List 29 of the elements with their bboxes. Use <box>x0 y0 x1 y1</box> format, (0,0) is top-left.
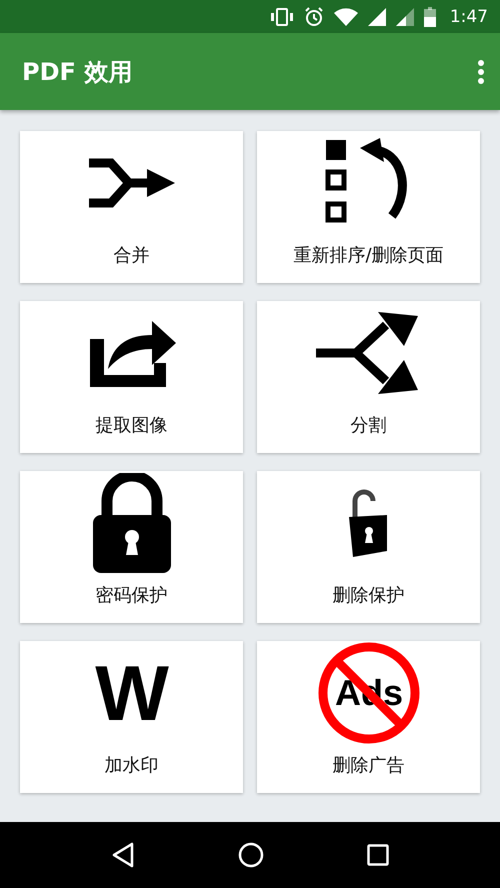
tool-card[interactable]: 密码保护 <box>20 471 243 623</box>
more-options-icon[interactable] <box>478 60 484 84</box>
wifi-icon <box>334 8 358 26</box>
recents-icon[interactable] <box>366 844 389 866</box>
padlock-icon <box>90 473 172 573</box>
signal-icon <box>368 8 386 26</box>
tool-card[interactable]: W 加水印 <box>20 641 243 793</box>
tool-label: 删除广告 <box>332 754 404 777</box>
tool-label: 重新排序/删除页面 <box>293 244 444 267</box>
watermark-icon: W <box>90 658 174 728</box>
vibrate-icon <box>270 8 294 26</box>
tool-label: 密码保护 <box>96 584 168 607</box>
tool-card[interactable]: 分割 <box>257 301 480 453</box>
tool-label: 删除保护 <box>332 584 404 607</box>
tool-card[interactable]: 删除保护 <box>257 471 480 623</box>
back-icon[interactable] <box>111 842 136 868</box>
tool-card[interactable]: 重新排序/删除页面 <box>257 131 480 283</box>
tool-label: 加水印 <box>104 754 158 777</box>
tool-label: 合并 <box>114 244 150 267</box>
signal-icon <box>396 8 414 26</box>
alarm-icon <box>304 6 324 26</box>
tool-label: 分割 <box>350 414 386 437</box>
battery-icon <box>424 6 436 26</box>
tool-card[interactable]: 提取图像 <box>20 301 243 453</box>
tool-card[interactable]: 合并 <box>20 131 243 283</box>
tool-label: 提取图像 <box>96 414 168 437</box>
home-icon[interactable] <box>238 842 264 868</box>
app-title: PDF 效用 <box>22 56 132 88</box>
status-time: 1:47 <box>450 6 488 26</box>
